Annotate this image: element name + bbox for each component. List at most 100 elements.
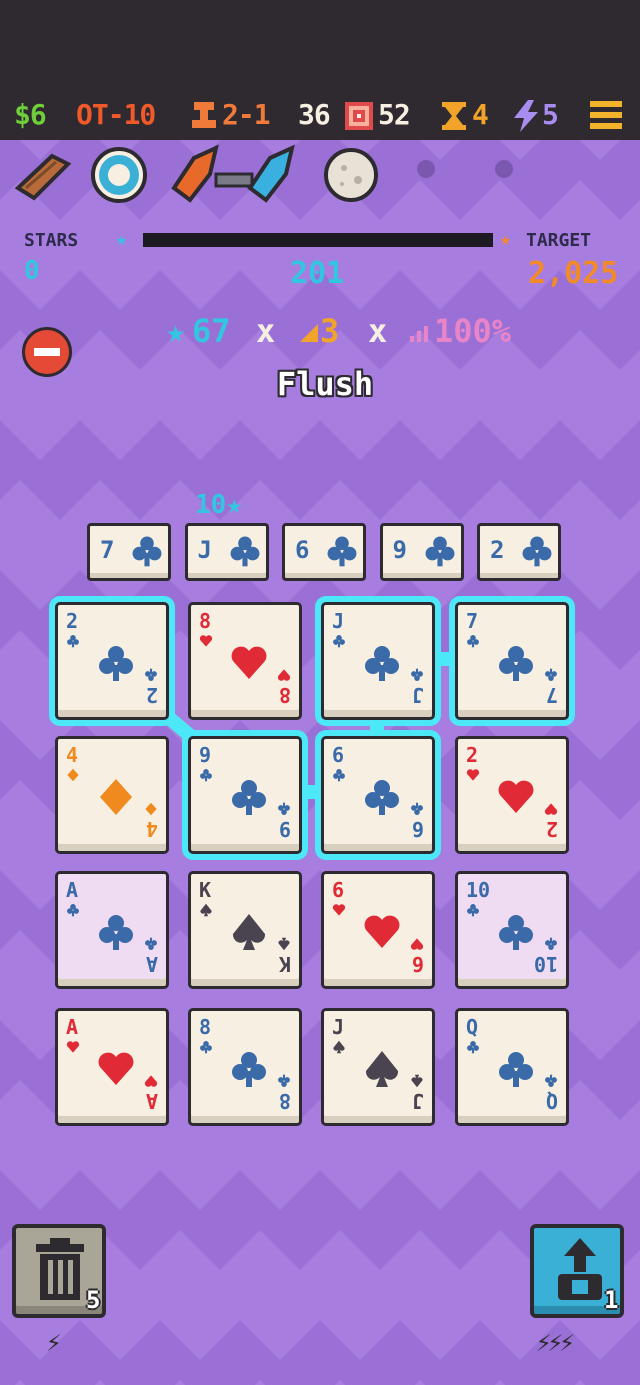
target-star-icon: ★: [500, 229, 511, 250]
grid-card[interactable]: JJ: [321, 1008, 435, 1126]
card-rank: K: [278, 952, 291, 976]
grid-card[interactable]: JJ: [321, 602, 435, 720]
clubs-suit-icon: [229, 1049, 269, 1089]
clubs-suit-icon: [130, 534, 164, 568]
hourglass-icon: [442, 102, 466, 130]
card-rank: J: [411, 683, 424, 707]
formula-star-icon: ★: [166, 312, 186, 350]
star-icon: ★: [116, 229, 127, 250]
card-rank: 6: [411, 952, 424, 976]
current-score: 201: [290, 256, 345, 291]
card-rank: A: [66, 878, 79, 902]
card-rank: A: [145, 952, 158, 976]
clubs-suit-icon: [520, 534, 554, 568]
hearts-suit-icon: [362, 912, 402, 952]
grid-card[interactable]: AA: [55, 1008, 169, 1126]
card-rank: 8: [199, 609, 212, 633]
grid-card[interactable]: 22: [55, 602, 169, 720]
formula-stars: 67: [192, 312, 231, 350]
discard-cost-bolts: ⚡: [46, 1328, 62, 1358]
score-progress-bar: [143, 233, 493, 247]
grid-card[interactable]: 66: [321, 736, 435, 854]
empty-relic-slot: [495, 160, 513, 178]
played-card: 6: [282, 523, 366, 581]
spades-suit-icon: [362, 1049, 402, 1089]
grid-card[interactable]: 88: [188, 602, 302, 720]
fire-ice-crystals-icon[interactable]: [170, 144, 300, 206]
hourglass-count: 4: [472, 98, 489, 131]
clubs-suit-icon: [66, 633, 80, 648]
card-rank: 8: [199, 1015, 212, 1039]
card-rank: 2: [145, 683, 158, 707]
formula-percent: 100%: [434, 312, 512, 350]
card-rank: 7: [466, 609, 479, 633]
clubs-suit-icon: [325, 534, 359, 568]
grid-card[interactable]: 88: [188, 1008, 302, 1126]
card-rank: 7: [545, 683, 558, 707]
grid-card[interactable]: KK: [188, 871, 302, 989]
energy-bolt-icon: [514, 100, 538, 132]
clubs-suit-icon: [544, 1074, 558, 1089]
hearts-suit-icon: [229, 643, 269, 683]
hearts-suit-icon: [466, 767, 480, 781]
hand-name: Flush: [276, 365, 374, 403]
money-label: $6: [14, 98, 47, 131]
spades-suit-icon: [277, 937, 291, 952]
boost-arrow-icon: [558, 1238, 602, 1300]
menu-icon[interactable]: [590, 101, 622, 129]
grid-card[interactable]: 99: [188, 736, 302, 854]
poker-chip-icon[interactable]: [88, 144, 150, 206]
wooden-plank-icon[interactable]: [12, 144, 74, 206]
hearts-suit-icon: [332, 902, 346, 916]
target-score: 2,025: [528, 256, 619, 291]
clubs-suit-icon: [228, 534, 262, 568]
clubs-suit-icon: [332, 767, 346, 782]
deck-remaining: 36: [298, 98, 331, 131]
grid-card[interactable]: 44: [55, 736, 169, 854]
played-card: 9: [379, 523, 464, 581]
card-rank: 6: [411, 817, 424, 841]
card-rank: 4: [66, 743, 79, 767]
round-label: OT-10: [76, 98, 156, 131]
formula-mult: 3: [320, 312, 340, 350]
trash-icon: [36, 1238, 84, 1300]
bonus-value: 10: [195, 490, 227, 520]
hearts-suit-icon: [199, 633, 213, 647]
deck-total: 52: [378, 98, 411, 131]
mult-icon: [300, 324, 318, 342]
boost-count: 1: [604, 1286, 619, 1314]
energy-count: 5: [542, 98, 559, 131]
grid-card[interactable]: AA: [55, 871, 169, 989]
hearts-suit-icon: [544, 803, 558, 817]
card-rank: A: [66, 1015, 79, 1039]
clubs-suit-icon: [496, 912, 536, 952]
clubs-suit-icon: [66, 902, 80, 917]
card-rank: 8: [278, 1089, 291, 1113]
moon-stone-icon[interactable]: [320, 144, 382, 206]
grid-card[interactable]: 22: [455, 736, 569, 854]
discard-button[interactable]: 5: [12, 1224, 106, 1318]
card-rank: K: [199, 878, 212, 902]
clubs-suit-icon: [466, 902, 480, 917]
hearts-suit-icon: [410, 938, 424, 952]
clubs-suit-icon: [144, 668, 158, 683]
card-rank: A: [145, 1089, 158, 1113]
grid-card[interactable]: 77: [455, 602, 569, 720]
stars-value: 0: [24, 256, 40, 286]
signal-bars-icon: [410, 326, 428, 342]
card-rank: 9: [199, 743, 212, 767]
clubs-suit-icon: [199, 1039, 213, 1054]
spades-suit-icon: [229, 912, 269, 952]
clubs-suit-icon: [466, 633, 480, 648]
clubs-suit-icon: [496, 643, 536, 683]
grid-card[interactable]: QQ: [455, 1008, 569, 1126]
boost-button[interactable]: 1: [530, 1224, 624, 1318]
clubs-suit-icon: [229, 777, 269, 817]
grid-card[interactable]: 66: [321, 871, 435, 989]
diamonds-suit-icon: [66, 767, 80, 782]
grid-card[interactable]: 10 10: [455, 871, 569, 989]
card-rank: 4: [145, 817, 158, 841]
discard-count: 5: [86, 1286, 101, 1314]
played-card-rank: 9: [392, 536, 407, 564]
card-rank: 6: [332, 878, 345, 902]
